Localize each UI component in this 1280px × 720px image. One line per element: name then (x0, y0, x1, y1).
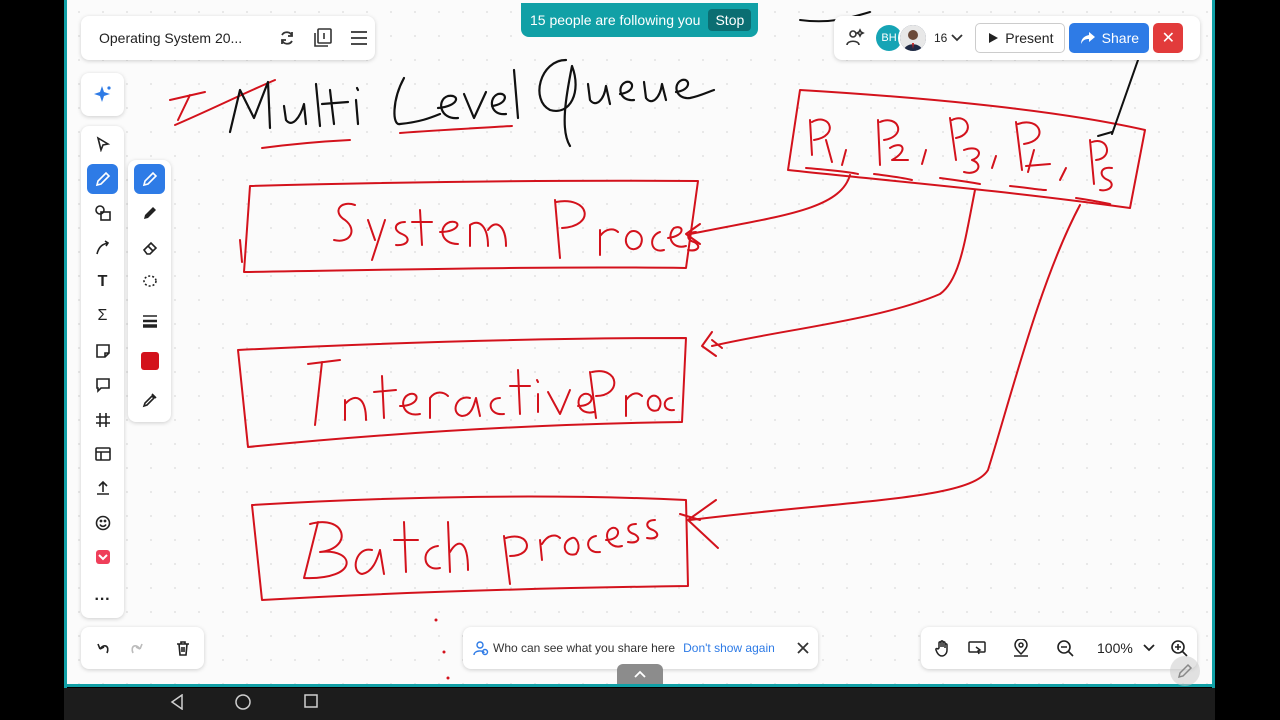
whiteboard-canvas[interactable] (67, 0, 1212, 684)
follow-border (1212, 0, 1215, 688)
select-icon[interactable] (87, 129, 118, 159)
map-pin-icon[interactable] (1007, 634, 1035, 662)
user-count: 16 (934, 31, 948, 45)
history-bar (81, 627, 204, 669)
undo-icon[interactable] (89, 634, 117, 662)
pen-icon[interactable] (134, 164, 165, 194)
equation-icon[interactable]: Σ (87, 301, 118, 331)
more-icon[interactable]: ··· (87, 585, 118, 615)
avatar[interactable]: BH (876, 25, 902, 51)
frame-icon[interactable] (87, 405, 118, 435)
chevron-down-icon[interactable] (947, 24, 967, 52)
pen-options-panel (128, 160, 171, 422)
chevron-up-icon (634, 670, 646, 678)
zoom-controls: 100% (921, 627, 1197, 669)
template-icon[interactable] (87, 439, 118, 469)
connector-icon[interactable] (87, 233, 118, 263)
text-icon[interactable]: T (87, 267, 118, 297)
follow-border (64, 0, 67, 688)
color-swatch[interactable] (134, 346, 165, 376)
stroke-width-icon[interactable] (134, 306, 165, 336)
zoom-level[interactable]: 100% (1097, 640, 1133, 656)
comment-icon[interactable] (87, 370, 118, 400)
main-toolbar: T Σ ··· (81, 126, 124, 618)
menu-icon[interactable] (345, 24, 373, 52)
close-icon[interactable]: ✕ (1153, 23, 1184, 53)
pen-icon (1177, 663, 1193, 679)
privacy-notice: Who can see what you share here Don't sh… (463, 627, 818, 669)
floating-pen-button[interactable] (1170, 656, 1200, 686)
system-navigation-bar (64, 688, 1215, 720)
shapes-icon[interactable] (87, 198, 118, 228)
pen-icon[interactable] (87, 164, 118, 194)
home-icon[interactable] (235, 694, 251, 715)
dont-show-again-link[interactable]: Don't show again (683, 641, 775, 655)
avatar[interactable] (900, 25, 926, 51)
present-label: Present (1005, 30, 1054, 46)
sync-icon[interactable] (273, 24, 301, 52)
emoji-icon[interactable] (87, 508, 118, 538)
eraser-icon[interactable] (134, 233, 165, 263)
collaboration-bar: BH 16 Present Share ✕ (834, 16, 1200, 60)
back-icon[interactable] (170, 693, 184, 715)
sparkle-icon (93, 85, 111, 102)
upload-icon[interactable] (87, 473, 118, 503)
screen-share-icon[interactable] (963, 634, 991, 662)
sticky-note-icon[interactable] (87, 336, 118, 366)
share-button[interactable]: Share (1069, 23, 1150, 53)
zoom-out-icon[interactable] (1051, 634, 1079, 662)
lasso-icon[interactable] (134, 267, 165, 297)
follow-banner: 15 people are following you Stop (521, 3, 758, 37)
collaborators-icon[interactable] (842, 24, 870, 52)
board-title[interactable]: Operating System 20... (99, 30, 259, 46)
play-icon (989, 33, 999, 43)
person-visibility-icon (473, 641, 489, 656)
follow-banner-text: 15 people are following you (530, 12, 701, 28)
close-icon[interactable] (789, 634, 817, 662)
share-icon (1080, 32, 1095, 44)
privacy-text: Who can see what you share here (493, 641, 676, 655)
present-button[interactable]: Present (975, 23, 1066, 53)
trash-icon[interactable] (169, 634, 197, 662)
redo-icon[interactable] (123, 634, 151, 662)
chevron-down-icon[interactable] (1139, 634, 1159, 662)
pocket-icon[interactable] (87, 542, 118, 572)
collapse-panel-button[interactable] (617, 664, 663, 684)
stop-following-button[interactable]: Stop (708, 9, 752, 31)
ai-assistant-button[interactable] (81, 73, 124, 116)
eyedropper-icon[interactable] (134, 385, 165, 415)
follow-border (64, 684, 1215, 687)
pages-icon[interactable] (309, 24, 337, 52)
share-label: Share (1101, 30, 1140, 46)
board-title-bar: Operating System 20... (81, 16, 375, 60)
marker-icon[interactable] (134, 198, 165, 228)
hand-icon[interactable] (929, 634, 957, 662)
recents-icon[interactable] (304, 694, 318, 713)
